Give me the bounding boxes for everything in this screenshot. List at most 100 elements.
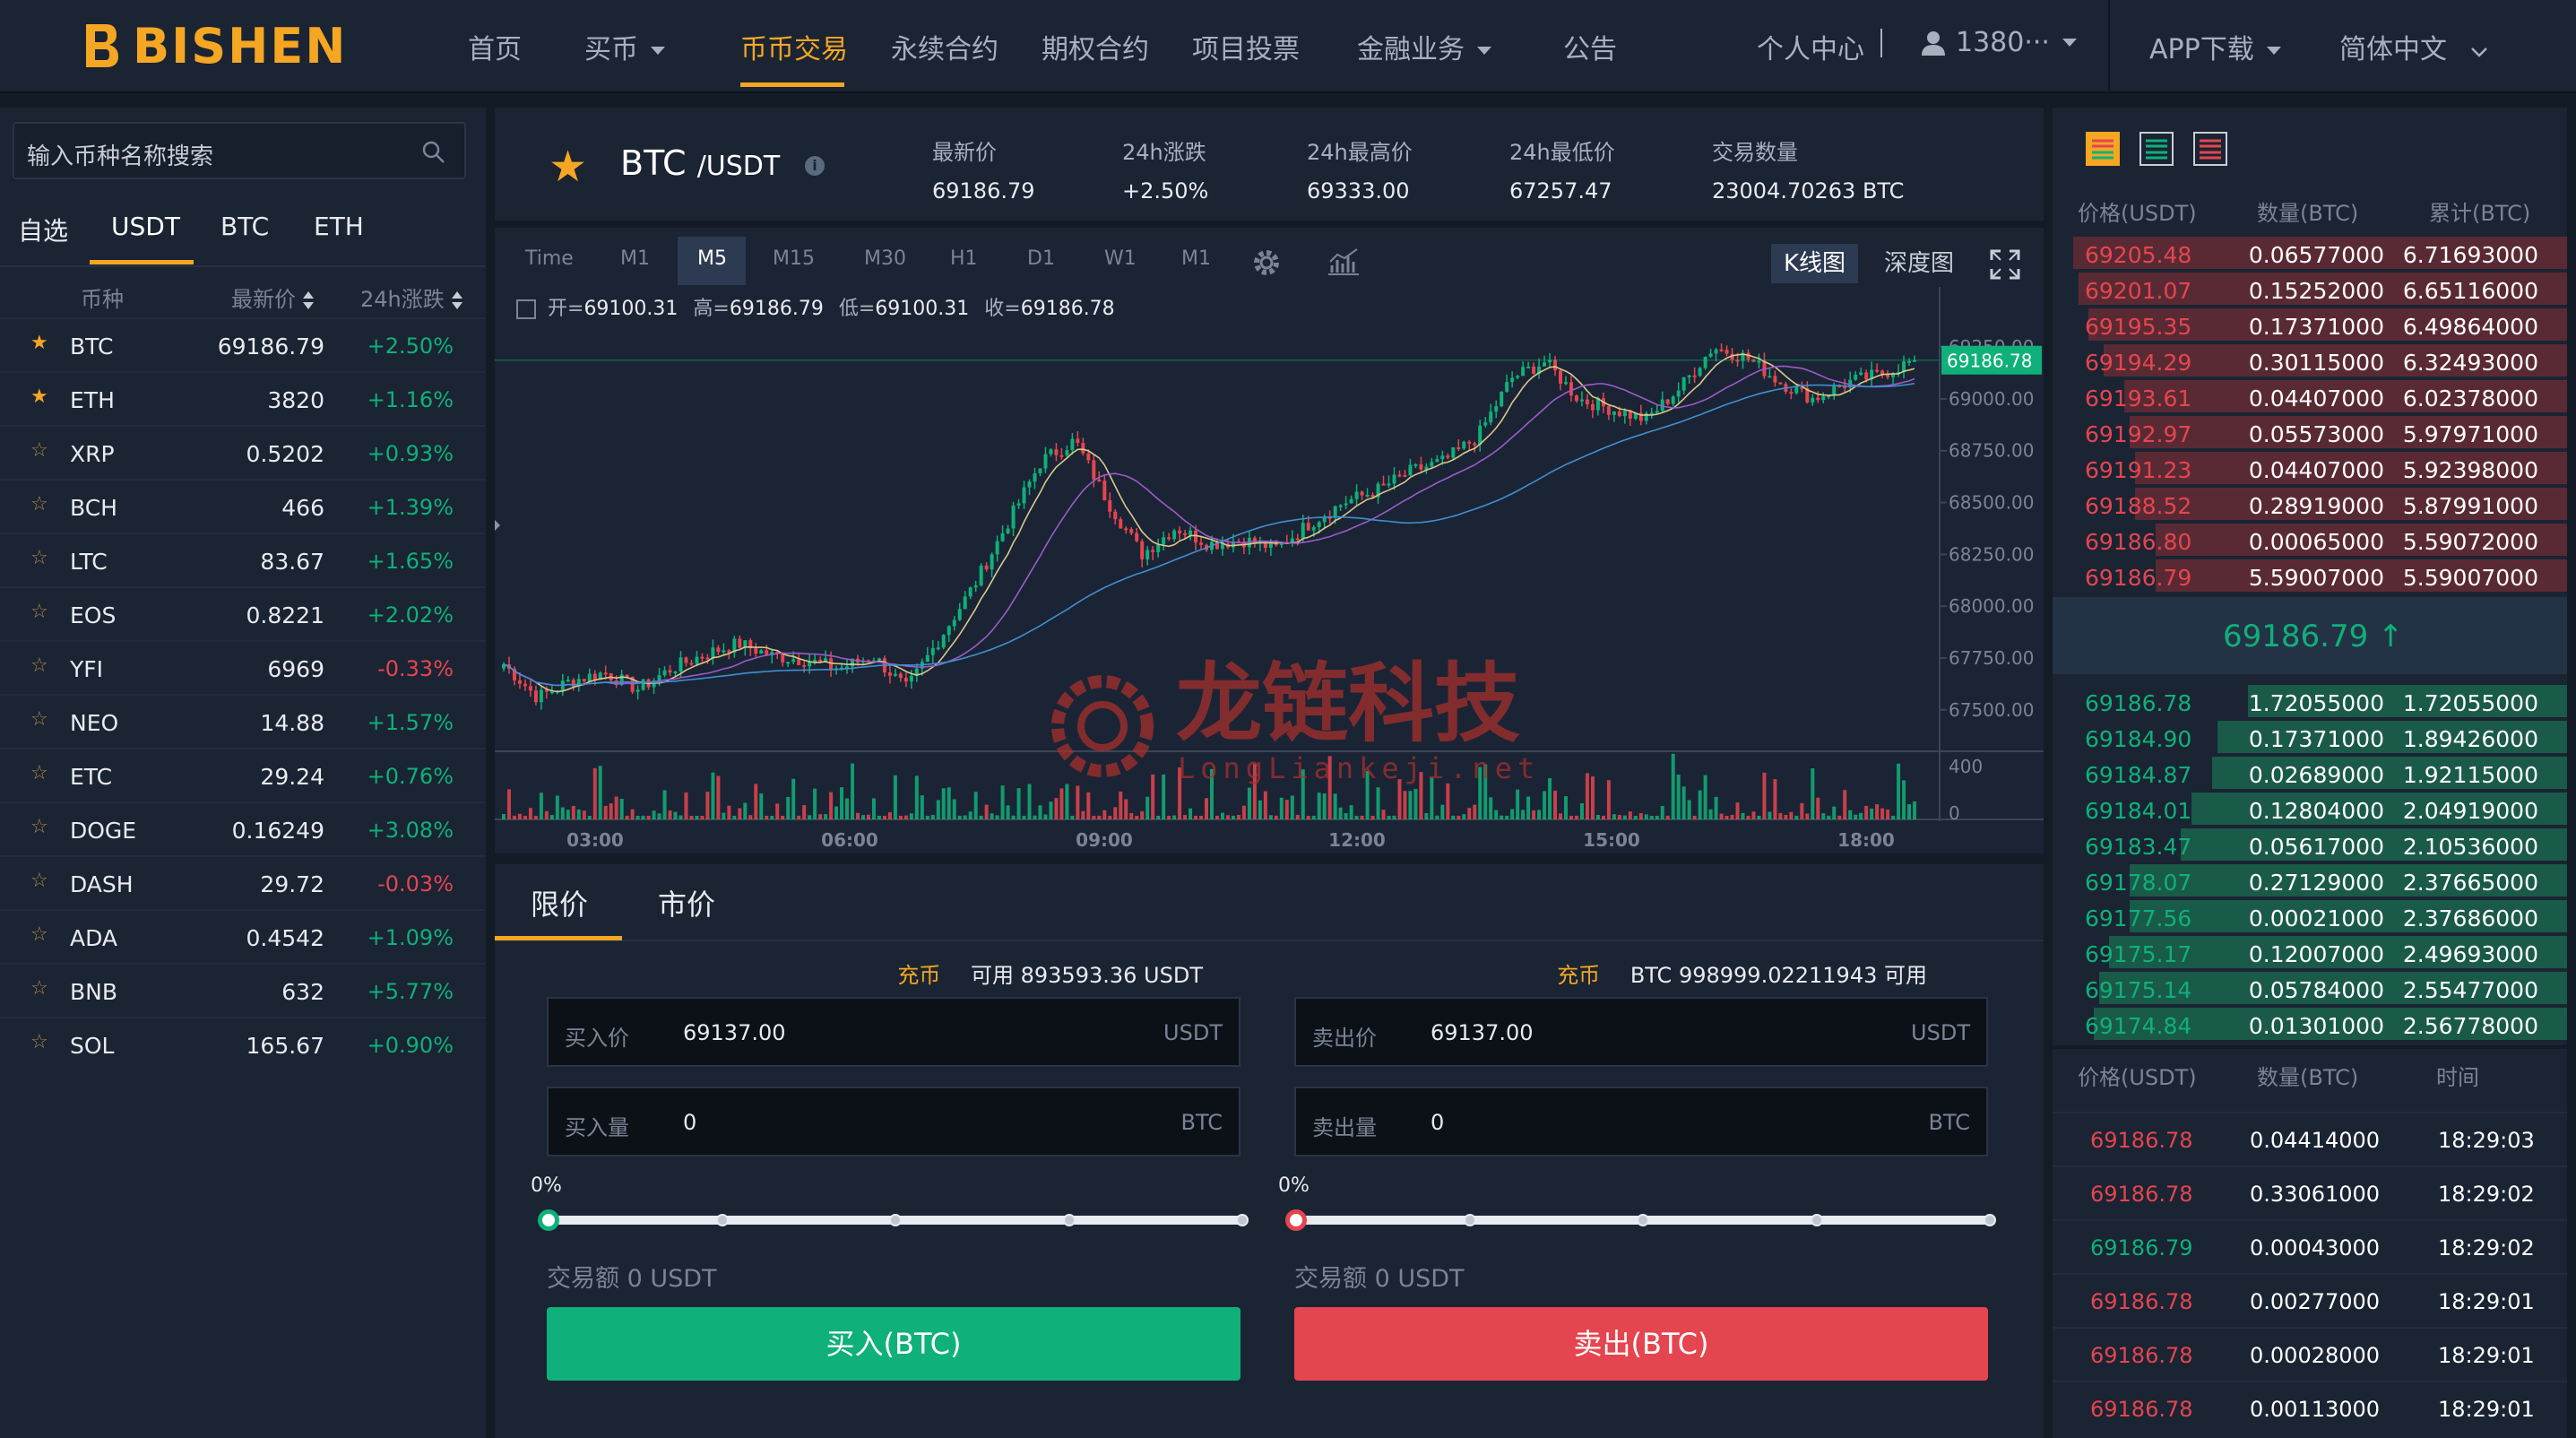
market-row[interactable]: ☆ ETC 29.24 +0.76% bbox=[0, 748, 486, 801]
bids-row[interactable]: 69184.87 0.02689000 1.92115000 bbox=[2053, 755, 2567, 791]
bids-row[interactable]: 69174.84 0.01301000 2.56778000 bbox=[2053, 1006, 2567, 1042]
bids-row[interactable]: 69178.07 0.27129000 2.37665000 bbox=[2053, 862, 2567, 898]
market-row[interactable]: ☆ ADA 0.4542 +1.09% bbox=[0, 909, 486, 963]
plus-square-icon[interactable] bbox=[516, 299, 536, 319]
buy-price-field[interactable]: 买入价 69137.00 USDT bbox=[547, 997, 1240, 1067]
favorite-star-icon[interactable]: ★ bbox=[549, 142, 587, 192]
chart-canvas[interactable]: 69250.0069000.0068750.0068500.0068250.00… bbox=[495, 228, 2044, 853]
header-change[interactable]: 24h涨跌 bbox=[360, 282, 462, 313]
market-row[interactable]: ★ ETH 3820 +1.16% bbox=[0, 371, 486, 425]
language-menu[interactable]: 简体中文 bbox=[2339, 27, 2488, 66]
tab-favorites[interactable]: 自选 bbox=[18, 212, 68, 247]
star-icon[interactable]: ★ bbox=[30, 332, 48, 354]
bids-row[interactable]: 69177.56 0.00021000 2.37686000 bbox=[2053, 898, 2567, 934]
asks-row[interactable]: 69205.48 0.06577000 6.71693000 bbox=[2053, 235, 2567, 271]
sell-deposit-link[interactable]: 充币 bbox=[1557, 963, 1600, 988]
search-icon[interactable] bbox=[421, 140, 446, 165]
star-icon[interactable]: ☆ bbox=[30, 547, 48, 569]
market-row[interactable]: ☆ DASH 29.72 -0.03% bbox=[0, 855, 486, 909]
asks-row[interactable]: 69194.29 0.30115000 6.32493000 bbox=[2053, 342, 2567, 378]
star-icon[interactable]: ☆ bbox=[30, 439, 48, 462]
star-icon[interactable]: ☆ bbox=[30, 708, 48, 731]
star-icon[interactable]: ☆ bbox=[30, 923, 48, 946]
tab-usdt[interactable]: USDT bbox=[111, 212, 180, 241]
bids-row[interactable]: 69186.78 1.72055000 1.72055000 bbox=[2053, 683, 2567, 719]
info-icon[interactable]: i bbox=[805, 156, 825, 176]
star-icon[interactable]: ☆ bbox=[30, 762, 48, 784]
slider-step-dot[interactable] bbox=[1984, 1214, 1996, 1226]
sell-button[interactable]: 卖出(BTC) bbox=[1294, 1307, 1988, 1381]
star-icon[interactable]: ★ bbox=[30, 385, 48, 408]
star-icon[interactable]: ☆ bbox=[30, 601, 48, 623]
account-menu[interactable]: 1380··· bbox=[1920, 27, 2077, 58]
nav-item[interactable]: 买币 bbox=[584, 27, 665, 66]
nav-item[interactable]: 项目投票 bbox=[1192, 27, 1300, 66]
slider-knob[interactable] bbox=[538, 1209, 559, 1231]
asks-row[interactable]: 69193.61 0.04407000 6.02378000 bbox=[2053, 378, 2567, 414]
star-icon[interactable]: ☆ bbox=[30, 816, 48, 838]
nav-item[interactable]: 期权合约 bbox=[1042, 27, 1149, 66]
market-row[interactable]: ☆ EOS 0.8221 +2.02% bbox=[0, 586, 486, 640]
asks-row[interactable]: 69186.79 5.59007000 5.59007000 bbox=[2053, 558, 2567, 593]
nav-item[interactable]: 金融业务 bbox=[1357, 27, 1491, 66]
tab-limit-order[interactable]: 限价 bbox=[531, 882, 588, 923]
tab-market-order[interactable]: 市价 bbox=[658, 882, 715, 923]
asks-row[interactable]: 69191.23 0.04407000 5.92398000 bbox=[2053, 450, 2567, 486]
market-row[interactable]: ★ BTC 69186.79 +2.50% bbox=[0, 317, 486, 371]
bids-row[interactable]: 69175.14 0.05784000 2.55477000 bbox=[2053, 970, 2567, 1006]
logo[interactable]: BISHEN bbox=[82, 16, 347, 75]
book-bids-icon[interactable] bbox=[2139, 131, 2174, 167]
buy-button[interactable]: 买入(BTC) bbox=[547, 1307, 1240, 1381]
slider-step-dot[interactable] bbox=[1810, 1214, 1823, 1226]
sell-percent-slider[interactable] bbox=[1285, 1209, 1996, 1231]
asks-row[interactable]: 69192.97 0.05573000 5.97971000 bbox=[2053, 414, 2567, 450]
asks-row[interactable]: 69195.35 0.17371000 6.49864000 bbox=[2053, 307, 2567, 342]
asks-row[interactable]: 69186.80 0.00065000 5.59072000 bbox=[2053, 522, 2567, 558]
book-both-icon[interactable] bbox=[2085, 131, 2121, 167]
buy-deposit-link[interactable]: 充币 bbox=[897, 963, 940, 988]
nav-item[interactable]: 币币交易 bbox=[740, 27, 848, 66]
sell-quantity-field[interactable]: 卖出量 0 BTC bbox=[1294, 1087, 1988, 1156]
slider-step-dot[interactable] bbox=[1637, 1214, 1649, 1226]
market-row[interactable]: ☆ YFI 6969 -0.33% bbox=[0, 640, 486, 694]
star-icon[interactable]: ☆ bbox=[30, 870, 48, 892]
slider-step-dot[interactable] bbox=[1062, 1214, 1076, 1226]
bids-row[interactable]: 69184.01 0.12804000 2.04919000 bbox=[2053, 791, 2567, 827]
asks-row[interactable]: 69188.52 0.28919000 5.87991000 bbox=[2053, 486, 2567, 522]
app-download-menu[interactable]: APP下载 bbox=[2149, 27, 2281, 66]
asks-row[interactable]: 69201.07 0.15252000 6.65116000 bbox=[2053, 271, 2567, 307]
buy-quantity-field[interactable]: 买入量 0 BTC bbox=[547, 1087, 1240, 1156]
slider-step-dot[interactable] bbox=[1463, 1214, 1476, 1226]
market-row[interactable]: ☆ BCH 466 +1.39% bbox=[0, 479, 486, 533]
tab-btc[interactable]: BTC bbox=[220, 212, 269, 241]
star-icon[interactable]: ☆ bbox=[30, 977, 48, 1000]
user-center-link[interactable]: 个人中心 bbox=[1757, 27, 1864, 66]
tab-eth[interactable]: ETH bbox=[314, 212, 364, 241]
buy-percent-slider[interactable] bbox=[538, 1209, 1249, 1231]
slider-step-dot[interactable] bbox=[889, 1214, 902, 1226]
slider-step-dot[interactable] bbox=[715, 1214, 729, 1226]
market-row[interactable]: ☆ BNB 632 +5.77% bbox=[0, 963, 486, 1017]
bids-row[interactable]: 69183.47 0.05617000 2.10536000 bbox=[2053, 827, 2567, 862]
search-input[interactable]: 输入币种名称搜索 bbox=[13, 122, 466, 179]
star-icon[interactable]: ☆ bbox=[30, 654, 48, 677]
nav-item[interactable]: 永续合约 bbox=[891, 27, 998, 66]
star-icon[interactable]: ☆ bbox=[30, 1031, 48, 1053]
slider-step-dot[interactable] bbox=[1236, 1214, 1249, 1226]
slider-knob[interactable] bbox=[1285, 1209, 1307, 1231]
market-row[interactable]: ☆ LTC 83.67 +1.65% bbox=[0, 533, 486, 586]
kline-chart[interactable]: TimeM1M5M15M30H1D1W1M1 K线图 深度图 69250.006… bbox=[495, 228, 2044, 853]
market-row[interactable]: ☆ SOL 165.67 +0.90% bbox=[0, 1017, 486, 1070]
nav-item[interactable]: 首页 bbox=[468, 27, 522, 66]
header-price[interactable]: 最新价 bbox=[231, 282, 314, 313]
bids-row[interactable]: 69184.90 0.17371000 1.89426000 bbox=[2053, 719, 2567, 755]
bids-row[interactable]: 69175.17 0.12007000 2.49693000 bbox=[2053, 934, 2567, 970]
market-row[interactable]: ☆ DOGE 0.16249 +3.08% bbox=[0, 801, 486, 855]
candle-body bbox=[722, 650, 726, 653]
star-icon[interactable]: ☆ bbox=[30, 493, 48, 515]
market-row[interactable]: ☆ NEO 14.88 +1.57% bbox=[0, 694, 486, 748]
nav-item[interactable]: 公告 bbox=[1563, 27, 1617, 66]
book-asks-icon[interactable] bbox=[2192, 131, 2228, 167]
market-row[interactable]: ☆ XRP 0.5202 +0.93% bbox=[0, 425, 486, 479]
sell-price-field[interactable]: 卖出价 69137.00 USDT bbox=[1294, 997, 1988, 1067]
